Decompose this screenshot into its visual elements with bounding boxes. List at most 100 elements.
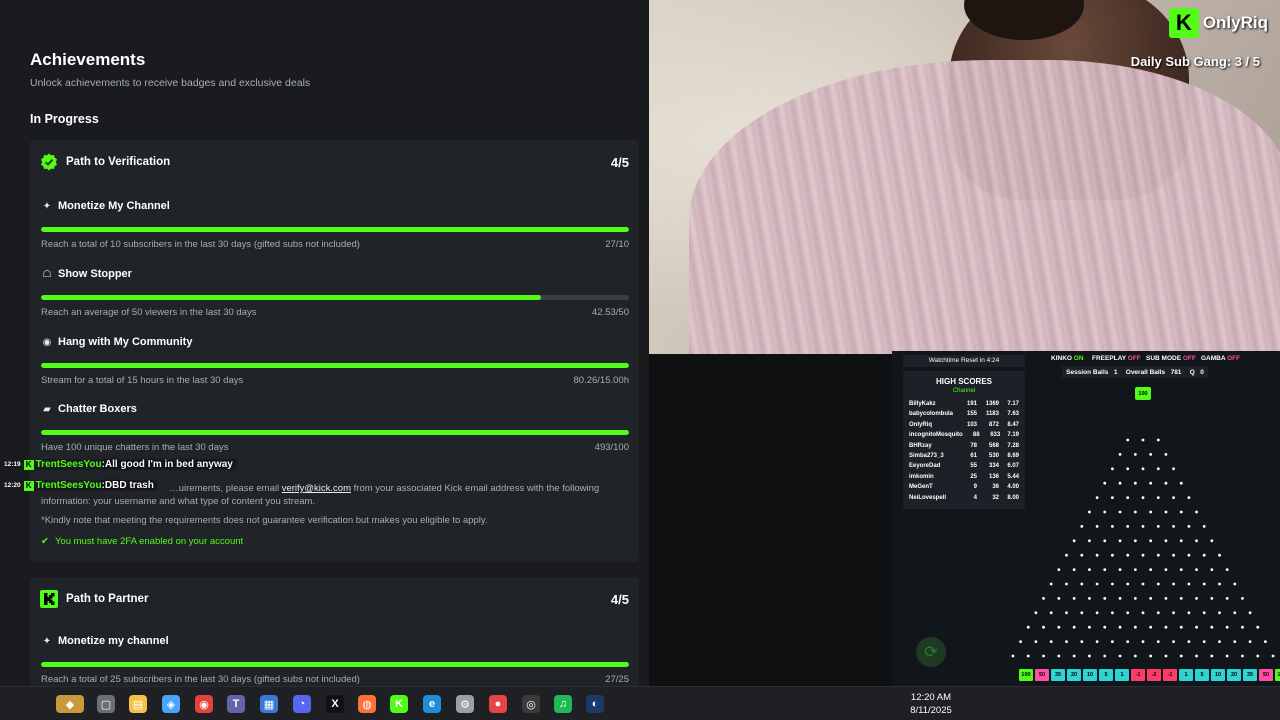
- firefox-icon[interactable]: ◍: [358, 695, 376, 713]
- plinko-slot: 20: [1227, 669, 1241, 681]
- plinko-peg: [1225, 625, 1229, 629]
- high-score-row: imkomin 25 136 5.44: [909, 474, 1019, 484]
- score-name: BHRzay: [909, 442, 932, 449]
- plinko-peg: [1156, 467, 1160, 471]
- requirement-text: You must have 2FA enabled on your accoun…: [54, 536, 244, 547]
- settings-icon[interactable]: ⚙: [456, 695, 474, 713]
- task-value: 42.53/50: [592, 307, 629, 318]
- verification-card: Path to Verification 4/5 ✦ Monetize My C…: [30, 140, 639, 562]
- high-score-row: OnlyRiq 103 872 8.47: [909, 422, 1019, 432]
- steam-icon[interactable]: ◐: [586, 695, 604, 713]
- widgets-icon[interactable]: ◆: [56, 695, 84, 713]
- score-avg: 8.00: [1007, 494, 1019, 501]
- plinko-slot: -2: [1147, 669, 1161, 681]
- plinko-peg: [1111, 640, 1114, 643]
- high-score-row: BHRzay 78 568 7.28: [909, 443, 1019, 453]
- score-total: 872: [988, 421, 999, 428]
- progress-bar: [41, 430, 629, 435]
- task-value: 493/100: [594, 442, 629, 453]
- partner-count: 4/5: [610, 591, 629, 607]
- mode-submode: SUB MODE OFF: [1146, 355, 1196, 362]
- score-total: 1183: [985, 411, 999, 418]
- spotify-icon[interactable]: ♫: [554, 695, 572, 713]
- plinko-peg: [1133, 568, 1137, 571]
- requirement-2fa: ✔ You must have 2FA enabled on your acco…: [41, 536, 243, 547]
- plinko-slot: 20: [1067, 669, 1081, 681]
- chat-username[interactable]: TrentSeesYou: [36, 459, 102, 470]
- plinko-peg: [1111, 582, 1114, 586]
- verify-email-link[interactable]: verify@kick.com: [282, 483, 351, 494]
- task-description: Stream for a total of 15 hours in the la…: [41, 375, 244, 386]
- score-balls: 103: [966, 421, 977, 428]
- high-score-row: babycolombula 155 1183 7.63: [909, 411, 1019, 421]
- plinko-peg: [1256, 654, 1260, 658]
- kick-logo-icon: [40, 590, 58, 608]
- plinko-peg: [1179, 481, 1183, 485]
- plinko-peg: [1057, 654, 1061, 658]
- plinko-peg: [1149, 510, 1153, 514]
- plinko-peg: [1141, 611, 1145, 615]
- plinko-peg: [1149, 539, 1153, 543]
- task-view-icon[interactable]: ▢: [97, 695, 115, 713]
- progress-bar: [41, 662, 629, 667]
- chat-time: 12:19: [4, 461, 21, 468]
- score-balls: 4: [973, 494, 977, 501]
- plinko-peg: [1241, 625, 1244, 629]
- progress-bar: [41, 363, 629, 368]
- verified-badge-icon: [40, 153, 58, 171]
- plinko-peg: [1133, 539, 1137, 543]
- task-description: Reach an average of 50 viewers in the la…: [41, 307, 257, 318]
- x-icon[interactable]: X: [326, 695, 344, 713]
- plinko-peg: [1164, 654, 1168, 658]
- plinko-peg: [1133, 453, 1137, 456]
- partner-header[interactable]: Path to Partner 4/5: [40, 589, 629, 609]
- plinko-peg: [1111, 611, 1114, 615]
- edge-icon[interactable]: e: [423, 695, 441, 713]
- page-title: Achievements: [30, 50, 146, 69]
- high-scores-subtitle: Channel: [952, 388, 976, 394]
- teams-icon[interactable]: T: [227, 695, 245, 713]
- plinko-slots: 1005035201051-1-2-11510203550100: [1019, 669, 1280, 681]
- kick-icon[interactable]: K: [390, 695, 408, 713]
- plinko-peg: [1172, 640, 1175, 643]
- plinko-peg: [1248, 640, 1252, 643]
- sparkle-icon: ✦: [42, 635, 52, 647]
- plinko-peg: [1049, 611, 1053, 615]
- file-explorer-icon[interactable]: ▤: [129, 695, 147, 713]
- chrome-icon[interactable]: ◉: [195, 695, 213, 713]
- chat-username[interactable]: TrentSeesYou: [36, 480, 102, 491]
- high-scores-title: HIGH SCORES: [935, 377, 992, 386]
- plinko-peg: [1187, 496, 1191, 499]
- plinko-peg: [1202, 582, 1206, 586]
- plinko-peg: [1088, 568, 1091, 571]
- copilot-icon[interactable]: ◈: [162, 695, 180, 713]
- progress-bar: [41, 295, 629, 300]
- task-name: Hang with My Community: [58, 336, 193, 348]
- kick-badge-icon: K: [23, 459, 34, 470]
- plinko-peg: [1118, 510, 1122, 514]
- system-clock[interactable]: 12:20 AM 8/11/2025: [900, 691, 962, 717]
- plinko-peg: [1133, 625, 1137, 629]
- obs-icon[interactable]: ◎: [522, 695, 540, 713]
- verification-header[interactable]: Path to Verification 4/5: [40, 152, 629, 172]
- maps-icon[interactable]: ●: [489, 695, 507, 713]
- plinko-slot: 35: [1243, 669, 1257, 681]
- score-avg: 7.63: [1007, 411, 1019, 418]
- plinko-peg: [1080, 553, 1084, 557]
- plinko-slot: 35: [1051, 669, 1065, 681]
- score-total: 568: [988, 442, 999, 449]
- plinko-peg: [1095, 525, 1099, 528]
- plinko-peg: [1225, 568, 1229, 571]
- store-icon[interactable]: ▦: [260, 695, 278, 713]
- plinko-peg: [1141, 582, 1145, 586]
- discord-icon[interactable]: ◔: [293, 695, 311, 713]
- plinko-peg: [1264, 640, 1267, 643]
- plinko-peg: [1164, 510, 1168, 514]
- plinko-peg: [1019, 640, 1022, 643]
- plinko-peg: [1233, 611, 1237, 615]
- plinko-peg: [1103, 539, 1107, 543]
- score-total: 334: [988, 463, 999, 470]
- plinko-peg: [1210, 654, 1214, 658]
- plinko-peg: [1187, 553, 1191, 557]
- plinko-peg: [1187, 640, 1191, 643]
